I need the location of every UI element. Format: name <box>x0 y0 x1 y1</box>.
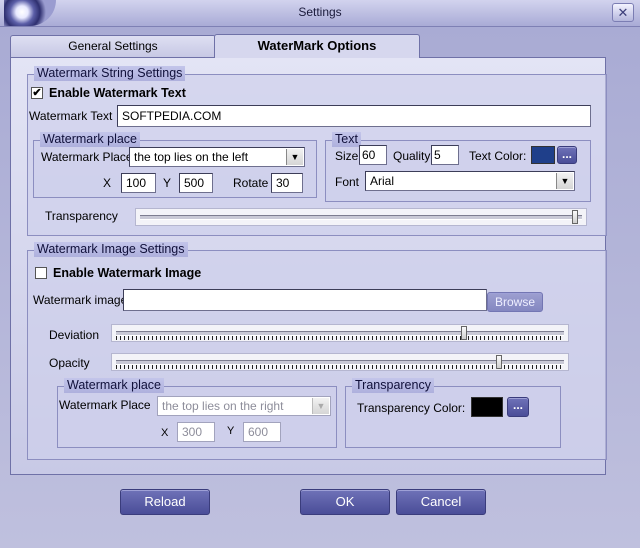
slider-rail <box>140 215 582 220</box>
chevron-down-icon[interactable]: ▼ <box>556 173 573 189</box>
image-watermark-place-select[interactable]: the top lies on the right ▼ <box>157 396 331 416</box>
reload-button[interactable]: Reload <box>120 489 210 515</box>
transparency-color-button[interactable]: ... <box>507 397 529 417</box>
group-title: Transparency <box>352 378 434 393</box>
font-value: Arial <box>370 174 395 188</box>
watermark-place-label: Watermark Place <box>41 150 133 164</box>
ok-button[interactable]: OK <box>300 489 390 515</box>
watermark-image-input[interactable] <box>123 289 487 311</box>
watermark-place-select[interactable]: the top lies on the left ▼ <box>129 147 305 167</box>
x-label: X <box>103 176 112 190</box>
size-input[interactable]: 60 <box>359 145 387 165</box>
opacity-label: Opacity <box>49 356 90 370</box>
group-title: Watermark place <box>40 132 141 147</box>
y-label: Y <box>163 176 172 190</box>
rotate-input[interactable]: 30 <box>271 173 303 193</box>
deviation-label: Deviation <box>49 328 100 342</box>
transparency-label: Transparency <box>45 209 118 223</box>
transparency-slider[interactable] <box>135 208 587 226</box>
enable-watermark-image-label: Enable Watermark Image <box>53 266 202 280</box>
chevron-down-icon[interactable]: ▼ <box>312 398 329 414</box>
slider-thumb[interactable] <box>572 210 578 224</box>
opacity-slider[interactable] <box>111 353 569 371</box>
font-select[interactable]: Arial ▼ <box>365 171 575 191</box>
text-color-button[interactable]: ... <box>557 146 577 164</box>
slider-thumb[interactable] <box>496 355 502 369</box>
y-input[interactable]: 500 <box>179 173 213 193</box>
group-title: Watermark Image Settings <box>34 242 188 257</box>
close-button[interactable]: ✕ <box>612 3 634 22</box>
deviation-slider[interactable] <box>111 324 569 342</box>
group-title: Text <box>332 132 361 147</box>
quality-input[interactable]: 5 <box>431 145 459 165</box>
text-color-swatch[interactable] <box>531 146 555 164</box>
image-y-label: Y <box>227 425 235 437</box>
tab-watermark-options[interactable]: WaterMark Options <box>214 34 420 58</box>
transparency-color-swatch[interactable] <box>471 397 503 417</box>
image-transparency-group: Transparency <box>345 378 561 448</box>
chevron-down-icon[interactable]: ▼ <box>286 149 303 165</box>
image-watermark-place-value: the top lies on the right <box>162 399 284 413</box>
text-color-label: Text Color: <box>469 149 527 163</box>
slider-ticks <box>116 336 564 340</box>
group-title: Watermark String Settings <box>34 66 186 81</box>
enable-watermark-text-checkbox[interactable]: ✔ <box>31 87 43 99</box>
enable-watermark-image-checkbox[interactable] <box>35 267 47 279</box>
window-title: Settings <box>298 5 342 19</box>
image-y-input[interactable]: 600 <box>243 422 281 442</box>
enable-watermark-text-label: Enable Watermark Text <box>49 86 186 100</box>
browse-button[interactable]: Browse <box>487 292 543 312</box>
tab-general-settings[interactable]: General Settings <box>10 35 216 57</box>
image-x-input[interactable]: 300 <box>177 422 215 442</box>
tab-panel: Watermark String Settings ✔ Enable Water… <box>10 57 607 475</box>
watermark-image-label: Watermark image <box>33 293 128 307</box>
rotate-label: Rotate <box>233 176 269 190</box>
watermark-text-label: Watermark Text <box>29 109 113 123</box>
transparency-color-label: Transparency Color: <box>357 401 466 415</box>
watermark-text-input[interactable]: SOFTPEDIA.COM <box>117 105 591 127</box>
image-x-label: X <box>161 427 169 439</box>
size-label: Size <box>335 149 359 163</box>
quality-label: Quality <box>393 149 431 163</box>
image-watermark-place-label: Watermark Place <box>59 398 151 412</box>
cancel-button[interactable]: Cancel <box>396 489 486 515</box>
x-input[interactable]: 100 <box>121 173 156 193</box>
font-label: Font <box>335 175 360 189</box>
slider-thumb[interactable] <box>461 326 467 340</box>
group-title: Watermark place <box>64 378 165 393</box>
watermark-place-value: the top lies on the left <box>134 150 249 164</box>
